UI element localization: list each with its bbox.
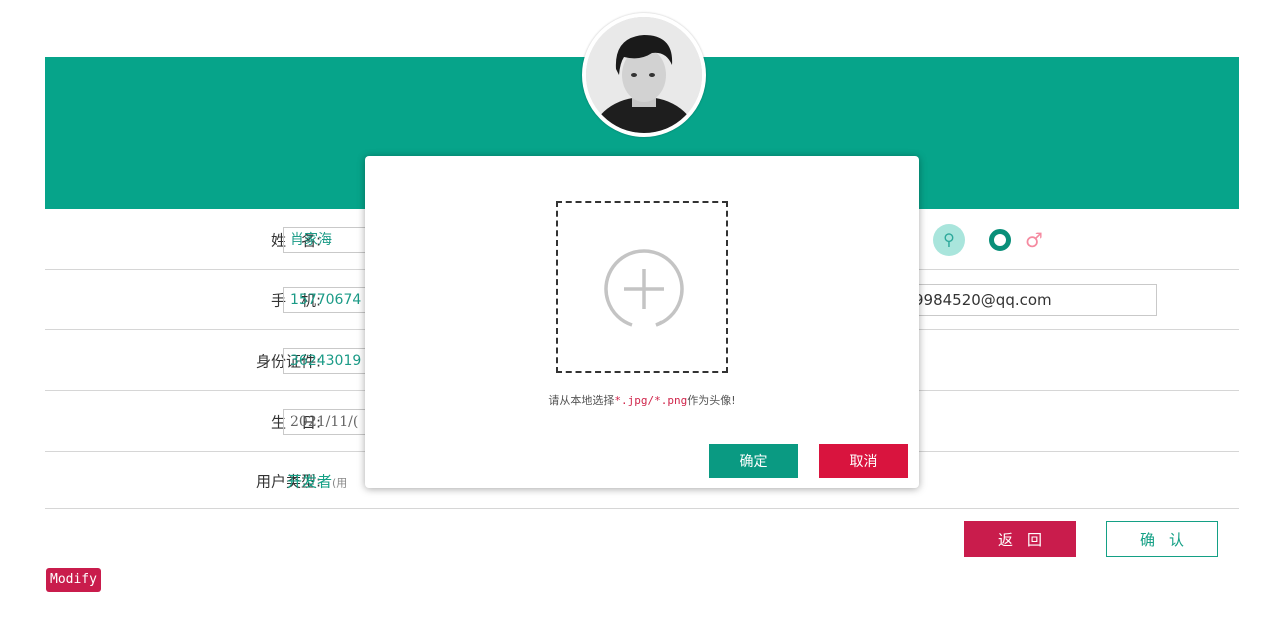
hint-prefix: 请从本地选择 [548, 394, 615, 407]
back-button[interactable]: 返回 [964, 521, 1076, 557]
add-circle-icon [604, 249, 684, 327]
usertype-value: 开发者(用 [287, 470, 347, 491]
avatar[interactable] [582, 13, 706, 137]
female-symbol-icon[interactable]: ⚲ [933, 223, 965, 256]
usertype-note: (用 [332, 476, 348, 489]
avatar-photo [586, 17, 702, 133]
male-symbol-icon[interactable]: ♂ [1025, 230, 1043, 250]
modal-cancel-button[interactable]: 取消 [819, 444, 908, 478]
avatar-upload-dialog: 请从本地选择*.jpg/*.png作为头像! 确定 取消 [365, 156, 919, 488]
usertype-text: 开发者 [287, 472, 333, 490]
female-glyph: ⚲ [943, 229, 955, 249]
modal-confirm-button[interactable]: 确定 [709, 444, 798, 478]
gender-radio[interactable] [989, 228, 1011, 251]
modify-badge: Modify [46, 568, 101, 592]
hint-file-types: *.jpg/*.png [614, 394, 688, 407]
avatar-dropzone[interactable] [556, 201, 728, 373]
upload-hint: 请从本地选择*.jpg/*.png作为头像! [365, 392, 919, 408]
email-input[interactable]: 9984520@qq.com [907, 283, 1157, 316]
hint-suffix: 作为头像! [687, 394, 736, 407]
confirm-button[interactable]: 确认 [1106, 521, 1218, 557]
